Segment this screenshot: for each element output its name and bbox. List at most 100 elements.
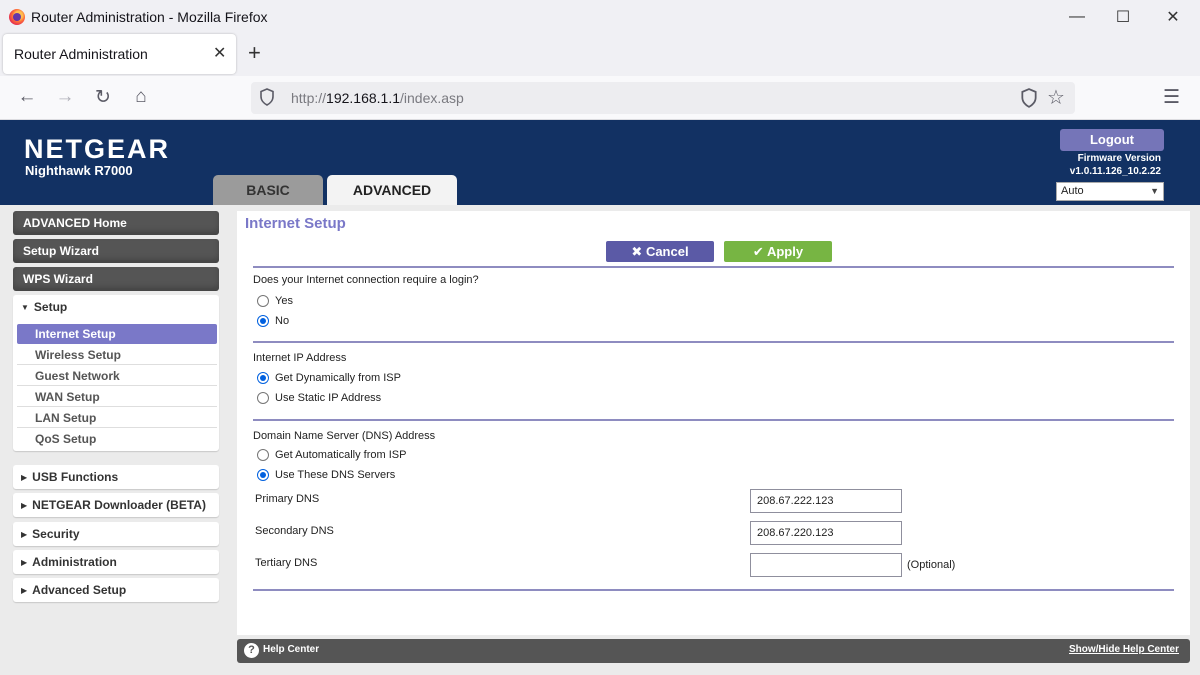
close-window-icon[interactable]: ✕ [1150, 0, 1196, 34]
radio-button[interactable] [257, 469, 269, 481]
sidebar-section-administration[interactable]: ▶ Administration [13, 550, 219, 574]
primary-dns-input[interactable]: 208.67.222.123 [750, 489, 902, 513]
forward-icon[interactable]: → [53, 86, 77, 108]
sidebar-section-label: Administration [32, 555, 117, 569]
sidebar-section-setup[interactable]: ▼ Setup [13, 295, 219, 319]
radio-label: Yes [275, 295, 293, 307]
divider [253, 341, 1174, 343]
close-icon[interactable]: ✕ [213, 43, 226, 63]
radio-label: Get Dynamically from ISP [275, 372, 401, 384]
minimize-icon[interactable]: — [1054, 0, 1100, 34]
tab-advanced[interactable]: ADVANCED [327, 175, 457, 205]
sidebar-section-label: Security [32, 527, 80, 541]
sidebar-item-guest-network[interactable]: Guest Network [17, 366, 217, 386]
radio-button[interactable] [257, 449, 269, 461]
plus-icon[interactable]: + [248, 40, 261, 66]
sidebar-section-label: USB Functions [32, 470, 119, 484]
main-content: Internet Setup ✖ Cancel ✔ Apply Does you… [237, 211, 1190, 635]
help-center-label[interactable]: Help Center [263, 644, 319, 655]
secondary-dns-label: Secondary DNS [255, 525, 334, 537]
radio-label: No [275, 315, 290, 327]
tertiary-dns-label: Tertiary DNS [255, 557, 318, 569]
sidebar-section-usb-functions[interactable]: ▶ USB Functions [13, 465, 219, 489]
browser-tab-title: Router Administration [14, 46, 148, 62]
triangle-right-icon: ▶ [21, 473, 28, 482]
language-select[interactable]: Auto ▼ [1056, 182, 1164, 201]
divider [253, 419, 1174, 421]
star-icon[interactable]: ☆ [1047, 85, 1065, 110]
radio-label: Get Automatically from ISP [275, 449, 407, 461]
maximize-icon[interactable]: ☐ [1100, 0, 1146, 34]
sidebar-section-label: Setup [33, 300, 68, 314]
sidebar-item-wps-wizard[interactable]: WPS Wizard [13, 267, 219, 291]
url-bar[interactable]: http://192.168.1.1/index.asp ☆ [251, 82, 1075, 114]
apply-label: Apply [766, 244, 804, 259]
language-value: Auto [1061, 185, 1084, 197]
firefox-logo-icon [9, 9, 25, 25]
check-icon: ✔ [752, 244, 767, 259]
radio-button[interactable] [257, 315, 269, 327]
radio-button[interactable] [257, 372, 269, 384]
navigation-bar: ← → ↻ ⌂ http://192.168.1.1/index.asp ☆ ☰ [0, 76, 1200, 120]
url-host: 192.168.1.1 [326, 90, 400, 106]
radio-button[interactable] [257, 295, 269, 307]
divider [253, 589, 1174, 591]
window-titlebar: Router Administration - Mozilla Firefox … [0, 0, 1200, 34]
sidebar-item-wireless-setup[interactable]: Wireless Setup [17, 345, 217, 365]
sidebar-item-lan-setup[interactable]: LAN Setup [17, 408, 217, 428]
sidebar-item-advanced-home[interactable]: ADVANCED Home [13, 211, 219, 235]
triangle-down-icon: ▼ [21, 303, 29, 312]
url-path: /index.asp [400, 90, 464, 106]
url-text[interactable]: http://192.168.1.1/index.asp [291, 90, 464, 106]
tab-basic[interactable]: BASIC [213, 175, 323, 205]
radio-ip-dynamic[interactable]: Get Dynamically from ISP [257, 372, 401, 384]
url-prefix: http:// [291, 90, 327, 106]
radio-login-yes[interactable]: Yes [257, 295, 293, 307]
sidebar-item-setup-wizard[interactable]: Setup Wizard [13, 239, 219, 263]
sidebar-section-label: NETGEAR Downloader (BETA) [32, 498, 206, 512]
sidebar-item-qos-setup[interactable]: QoS Setup [17, 429, 217, 449]
optional-hint: (Optional) [907, 559, 956, 571]
secondary-dns-input[interactable]: 208.67.220.123 [750, 521, 902, 545]
tertiary-dns-input[interactable] [750, 553, 902, 577]
model-name: Nighthawk R7000 [25, 163, 133, 178]
radio-button[interactable] [257, 392, 269, 404]
x-icon: ✖ [631, 244, 646, 259]
hamburger-menu-icon[interactable]: ☰ [1163, 86, 1180, 109]
shield-icon[interactable] [259, 88, 275, 106]
sidebar-section-label: Advanced Setup [32, 583, 127, 597]
tab-strip: Router Administration ✕ + [0, 34, 1200, 76]
sidebar-section-advanced-setup[interactable]: ▶ Advanced Setup [13, 578, 219, 602]
sidebar-section-security[interactable]: ▶ Security [13, 522, 219, 546]
brand-logo: NETGEAR [24, 134, 171, 164]
help-center-bar: ? Help Center Show/Hide Help Center [237, 639, 1190, 663]
apply-button[interactable]: ✔ Apply [724, 241, 832, 262]
back-icon[interactable]: ← [15, 86, 39, 108]
home-icon[interactable]: ⌂ [129, 86, 153, 108]
radio-dns-auto[interactable]: Get Automatically from ISP [257, 449, 406, 461]
chevron-down-icon: ▼ [1150, 186, 1159, 196]
show-hide-help-link[interactable]: Show/Hide Help Center [1069, 644, 1179, 655]
logout-button[interactable]: Logout [1060, 129, 1164, 151]
reload-icon[interactable]: ↻ [91, 86, 115, 109]
radio-label: Use Static IP Address [275, 392, 382, 404]
window-title: Router Administration - Mozilla Firefox [31, 9, 268, 25]
triangle-right-icon: ▶ [21, 501, 28, 510]
ip-address-label: Internet IP Address [253, 352, 347, 364]
page-title: Internet Setup [245, 215, 346, 232]
sidebar-item-wan-setup[interactable]: WAN Setup [17, 387, 217, 407]
router-page: NETGEAR Nighthawk R7000 BASIC ADVANCED L… [0, 120, 1200, 675]
radio-dns-manual[interactable]: Use These DNS Servers [257, 469, 395, 481]
browser-tab[interactable]: Router Administration ✕ [3, 34, 236, 74]
tracking-shield-icon[interactable] [1020, 88, 1038, 108]
firmware-version: v1.0.11.126_10.2.22 [1069, 166, 1161, 177]
cancel-button[interactable]: ✖ Cancel [606, 241, 714, 262]
radio-ip-static[interactable]: Use Static IP Address [257, 392, 381, 404]
triangle-right-icon: ▶ [21, 530, 28, 539]
sidebar-section-netgear-downloader[interactable]: ▶ NETGEAR Downloader (BETA) [13, 493, 219, 517]
radio-label: Use These DNS Servers [275, 469, 396, 481]
radio-login-no[interactable]: No [257, 315, 289, 327]
firmware-label: Firmware Version [1077, 153, 1161, 164]
sidebar-item-internet-setup[interactable]: Internet Setup [17, 324, 217, 344]
help-icon[interactable]: ? [244, 643, 259, 658]
